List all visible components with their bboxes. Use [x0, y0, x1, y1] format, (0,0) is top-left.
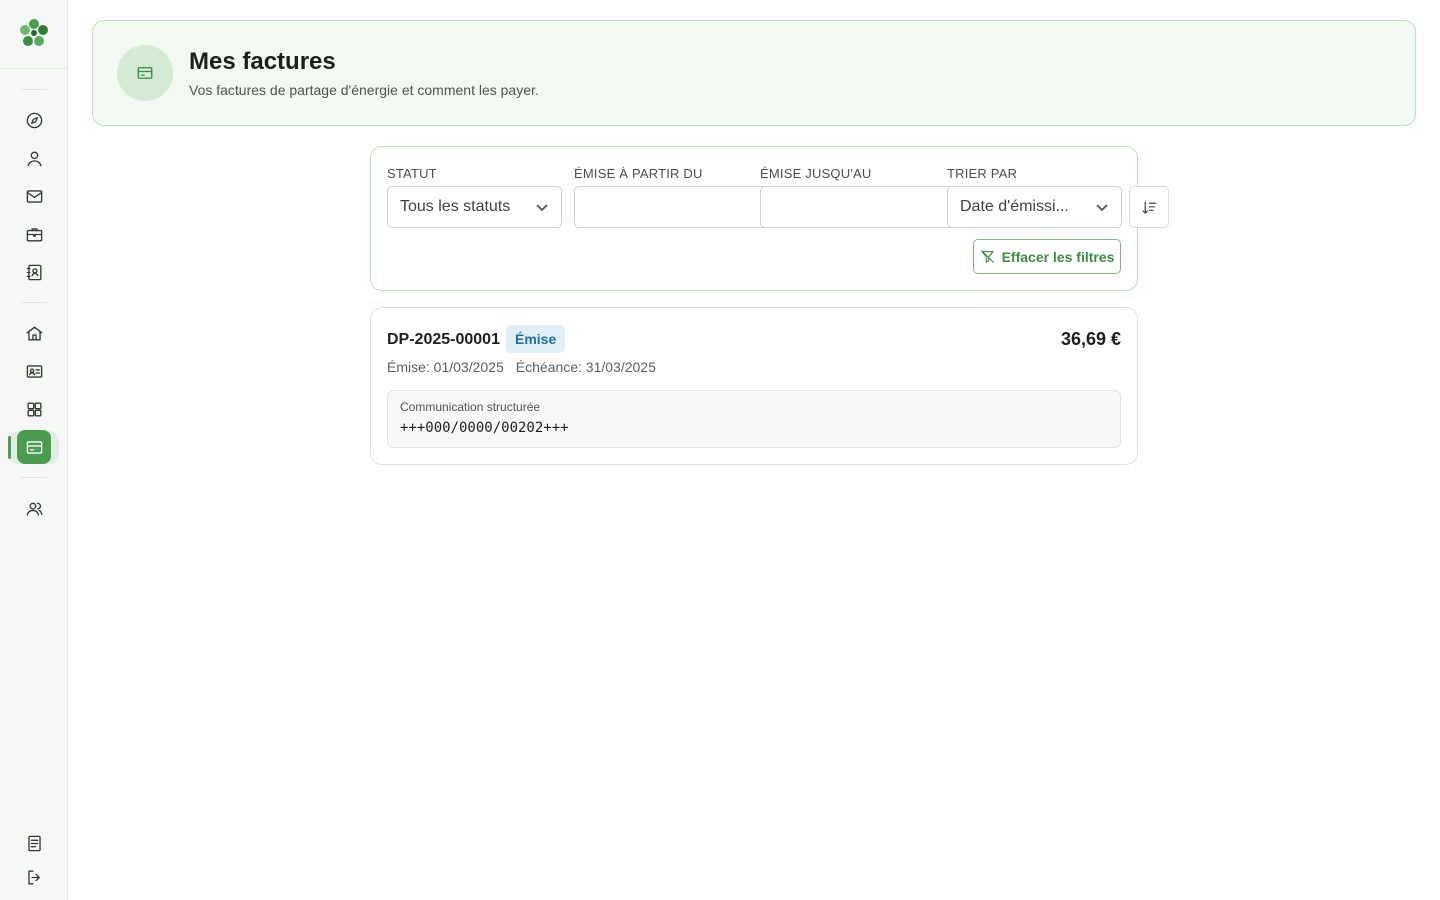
sidebar-divider — [21, 477, 47, 478]
sidebar-item-community[interactable] — [17, 491, 51, 525]
logout-button[interactable] — [17, 860, 51, 894]
invoice-amount: 36,69 € — [1060, 329, 1121, 349]
logout-icon — [27, 869, 40, 885]
date-from-label: ÉMISE À PARTIR DU — [574, 166, 703, 181]
structured-communication: Communication structurée +++000/0000/002… — [387, 390, 1121, 448]
sidebar-separator — [0, 68, 67, 69]
status-filter-label: STATUT — [387, 166, 437, 181]
page-title: Mes factures — [189, 48, 336, 75]
header-icon-badge — [117, 45, 173, 101]
invoice-dates: Émise: 01/03/2025 Échéance: 31/03/2025 — [387, 359, 656, 375]
filter-off-icon — [980, 250, 994, 263]
invoice-card[interactable]: DP-2025-00001 Émise 36,69 € Émise: 01/03… — [370, 307, 1138, 465]
active-item-indicator — [8, 436, 11, 459]
sidebar-item-explore[interactable] — [17, 103, 51, 137]
status-select[interactable]: Tous les statuts — [387, 186, 562, 228]
logo-icon[interactable] — [19, 18, 49, 48]
page-subtitle: Vos factures de partage d'énergie et com… — [189, 82, 539, 98]
sort-by-select[interactable]: Date d'émissi... — [947, 186, 1122, 228]
user-icon — [26, 150, 42, 166]
sort-descending-icon — [1142, 200, 1156, 214]
invoice-due-date: Échéance: 31/03/2025 — [515, 359, 656, 375]
sidebar-item-invoices[interactable] — [17, 430, 51, 464]
grid-icon — [26, 401, 42, 417]
sidebar-item-membership[interactable] — [17, 354, 51, 388]
sidebar-item-profile[interactable] — [17, 141, 51, 175]
sidebar-item-documents[interactable] — [17, 826, 51, 860]
clear-filters-label: Effacer les filtres — [1001, 248, 1115, 265]
chevron-down-icon — [536, 204, 548, 212]
compass-icon — [26, 112, 42, 128]
sort-by-value: Date d'émissi... — [960, 198, 1069, 215]
users-icon — [26, 502, 42, 516]
date-to-label: ÉMISE JUSQU'AU — [760, 166, 872, 181]
status-select-value: Tous les statuts — [400, 198, 511, 215]
sidebar — [0, 0, 68, 900]
id-card-icon — [26, 364, 42, 378]
credit-card-icon — [26, 440, 42, 454]
credit-card-icon — [137, 67, 153, 79]
invoice-issue-date: Émise: 01/03/2025 — [387, 359, 504, 375]
sidebar-divider — [21, 89, 47, 90]
sidebar-divider — [21, 302, 47, 303]
sidebar-item-dashboard[interactable] — [17, 392, 51, 426]
structured-communication-value[interactable]: +++000/0000/00202+++ — [400, 420, 569, 436]
sidebar-item-jobs[interactable] — [17, 217, 51, 251]
sidebar-item-contacts[interactable] — [17, 255, 51, 289]
sidebar-item-home[interactable] — [17, 316, 51, 350]
contact-book-icon — [26, 264, 42, 280]
mail-icon — [26, 189, 42, 203]
document-icon — [27, 835, 41, 851]
filters-panel: STATUT Tous les statuts ÉMISE À PARTIR D… — [370, 146, 1169, 291]
home-icon — [26, 325, 42, 341]
date-to-input[interactable] — [760, 186, 960, 228]
sort-by-label: TRIER PAR — [947, 166, 1018, 181]
chevron-down-icon — [1096, 204, 1108, 212]
sidebar-item-messages[interactable] — [17, 179, 51, 213]
clear-filters-button[interactable]: Effacer les filtres — [973, 239, 1121, 274]
page-header: Mes factures Vos factures de partage d'é… — [92, 20, 1416, 126]
structured-communication-label: Communication structurée — [400, 400, 541, 414]
invoice-number: DP-2025-00001 — [387, 331, 500, 348]
sort-direction-button[interactable] — [1129, 186, 1169, 228]
date-from-input[interactable] — [574, 186, 774, 228]
status-badge: Émise — [506, 325, 566, 353]
briefcase-icon — [26, 227, 42, 242]
